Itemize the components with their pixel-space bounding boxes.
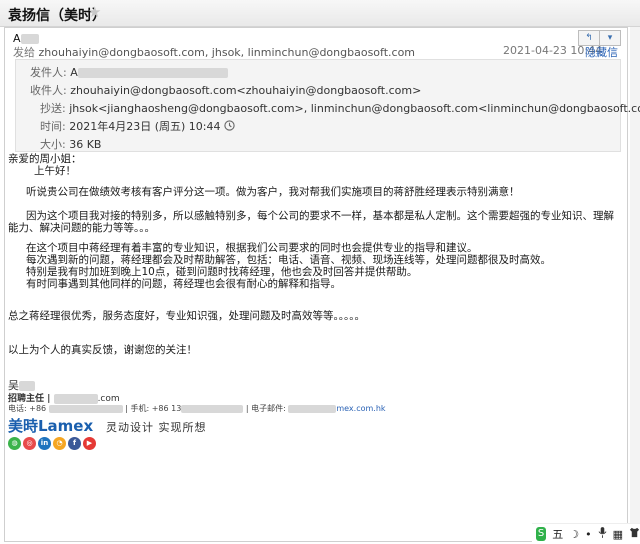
linkedin-icon[interactable]: in xyxy=(38,437,51,450)
to-value[interactable]: zhouhaiyin@dongbaosoft.com<zhouhaiyin@do… xyxy=(70,84,421,97)
paragraph-3d: 有时同事遇到其他同样的问题，蒋经理也会很有耐心的解释和指导。 xyxy=(26,278,341,290)
redacted-sender xyxy=(20,34,39,44)
grid-icon[interactable]: ▦ xyxy=(613,528,623,541)
greeting: 亲爱的周小姐： xyxy=(8,153,82,165)
paragraph-2: 因为这个项目我对接的特别多，所以感触特别多，每个公司的要求不一样，基本都是私人定… xyxy=(8,210,614,234)
paragraph-3a: 在这个项目中蒋经理有着丰富的专业知识，根据我们公司要求的同时也会提供专业的指导和… xyxy=(26,242,478,254)
brand-slogan: 灵动设计 实现所想 xyxy=(106,421,207,434)
ime-tray: S 五 ☽ • ▦ xyxy=(532,523,640,544)
social-icons: ◍ ◎ in ◔ f ▶ xyxy=(8,437,96,450)
shirt-icon[interactable] xyxy=(629,527,640,541)
signature-contact: 电话: +86 | 手机: +86 13 | 电子邮件: mex.com.hk xyxy=(8,404,386,413)
moon-icon[interactable]: ☽ xyxy=(569,528,579,541)
brand-logo: 美時Lamex xyxy=(8,417,94,435)
email-link[interactable]: mex.com.hk xyxy=(336,404,385,413)
send-to-list: zhouhaiyin@dongbaosoft.com, jhsok, linmi… xyxy=(38,46,416,59)
from-row: 发件人: A xyxy=(30,64,228,80)
send-to-label: 发给 xyxy=(13,46,35,59)
paragraph-5: 以上为个人的真实反馈，谢谢您的关注！ xyxy=(8,344,197,356)
title-bar: 袁扬信（美时） ★ xyxy=(0,0,640,27)
time-row: 时间: 2021年4月23日 (周五) 10:44 xyxy=(40,118,235,134)
size-row: 大小: 36 KB xyxy=(40,138,102,151)
cc-row: 抄送: jhsok<jianghaosheng@dongbaosoft.com>… xyxy=(40,100,640,116)
wechat-icon[interactable]: ◍ xyxy=(8,437,21,450)
header-details: 发件人: A 收件人: zhouhaiyin@dongbaosoft.com<z… xyxy=(15,59,640,152)
ime-logo-icon[interactable]: S xyxy=(536,527,547,541)
from-value[interactable]: A xyxy=(70,66,78,79)
cc-value[interactable]: jhsok<jianghaosheng@dongbaosoft.com>, li… xyxy=(69,102,640,115)
ime-mode-label[interactable]: 五 xyxy=(552,526,563,542)
star-icon[interactable]: ★ xyxy=(88,3,101,21)
weibo-icon[interactable]: ◎ xyxy=(23,437,36,450)
youtube-icon[interactable]: ▶ xyxy=(83,437,96,450)
paragraph-3b: 每次遇到新的问题，蒋经理都会及时帮助解答，包括：电话、语音、视频、现场连线等，处… xyxy=(26,254,551,266)
mic-icon[interactable] xyxy=(598,527,607,541)
paragraph-4: 总之蒋经理很优秀，服务态度好，专业知识强，处理问题及时高效等等。。。。。 xyxy=(8,310,365,322)
paragraph-3c: 特别是我有时加班到晚上10点，碰到问题时找蒋经理，他也会及时回答并提供帮助。 xyxy=(26,266,418,278)
dot-icon[interactable]: • xyxy=(585,528,592,541)
size-value: 36 KB xyxy=(69,138,102,151)
time-value: 2021年4月23日 (周五) 10:44 xyxy=(69,120,221,133)
facebook-icon[interactable]: f xyxy=(68,437,81,450)
qq-icon[interactable]: ◔ xyxy=(53,437,66,450)
clock-icon xyxy=(224,120,235,134)
morning-greeting: 上午好！ xyxy=(34,165,76,177)
redacted-from xyxy=(77,68,228,78)
paragraph-1: 听说贵公司在做绩效考核有客户评分这一项。做为客户，我对帮我们实施项目的蒋舒胜经理… xyxy=(26,186,520,198)
to-row: 收件人: zhouhaiyin@dongbaosoft.com<zhouhaiy… xyxy=(30,84,422,97)
recipients-line: 发给 zhouhaiyin@dongbaosoft.com, jhsok, li… xyxy=(13,44,415,60)
